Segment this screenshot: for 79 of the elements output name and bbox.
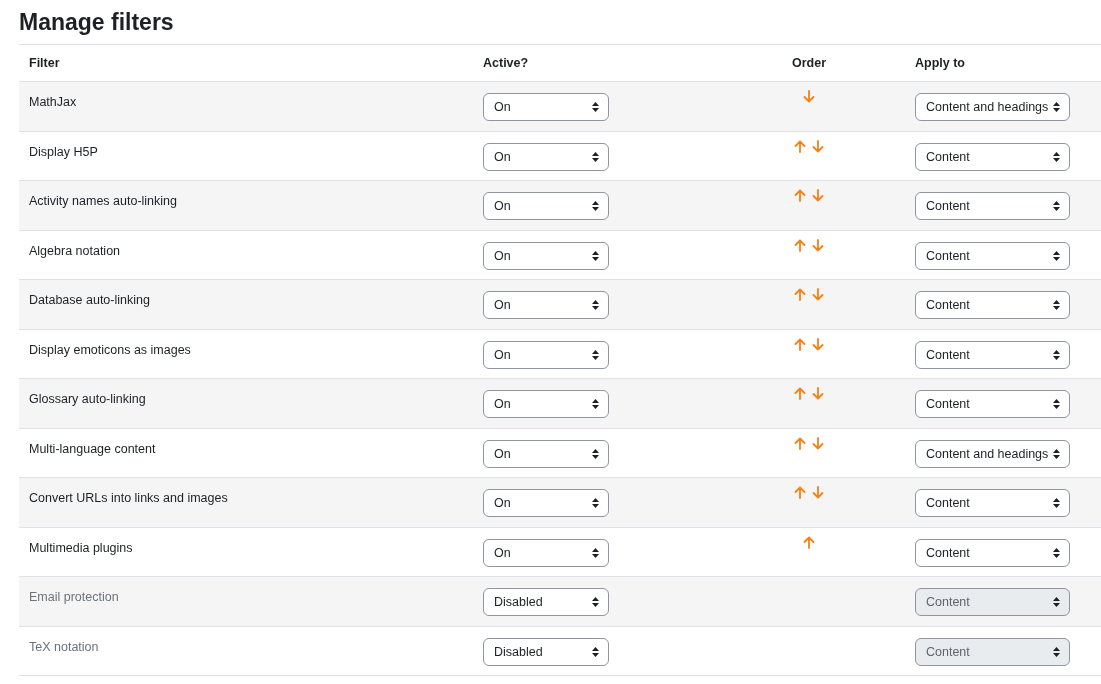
sort-caret-icon (592, 349, 599, 360)
column-header: Active? (482, 56, 530, 70)
move-up-icon[interactable] (794, 139, 806, 153)
sort-caret-icon (1053, 201, 1060, 211)
apply-to-select[interactable]: Content (915, 142, 1070, 171)
active-select[interactable]: On (483, 142, 609, 171)
move-down-icon[interactable] (812, 436, 824, 450)
apply-to-select[interactable]: Content (915, 241, 1070, 270)
apply-to-select[interactable]: Content and headings (915, 439, 1070, 468)
filter-name: Email protection (29, 589, 119, 604)
apply-to-select[interactable]: Content (915, 192, 1070, 220)
apply-to-select[interactable]: Content (915, 291, 1070, 319)
filter-name: Glossary auto-linking (29, 391, 146, 406)
apply-to-select[interactable]: Content and headings (915, 93, 1070, 121)
active-select[interactable]: On (483, 538, 609, 567)
filter-name: TeX notation (29, 638, 99, 654)
active-select[interactable]: On (483, 489, 609, 517)
sort-caret-icon (592, 448, 599, 459)
filter-name: Activity names auto-linking (29, 193, 177, 208)
move-down-icon[interactable] (812, 486, 824, 499)
sort-caret-icon (1053, 448, 1060, 459)
move-up-icon[interactable] (794, 436, 806, 450)
move-down-icon[interactable] (812, 139, 824, 153)
active-select[interactable]: On (483, 192, 609, 220)
sort-caret-icon (592, 201, 599, 211)
move-down-icon[interactable] (812, 238, 824, 252)
sort-caret-icon (1053, 597, 1060, 607)
filter-name: Multimedia plugins (29, 539, 133, 555)
sort-caret-icon (592, 250, 599, 261)
filter-name: MathJax (29, 94, 77, 109)
move-up-icon[interactable] (794, 337, 806, 351)
filter-name: Convert URLs into links and images (29, 490, 228, 505)
sort-caret-icon (1053, 250, 1060, 261)
sort-caret-icon (1053, 498, 1060, 508)
sort-caret-icon (592, 646, 599, 657)
column-header: Apply to (914, 56, 966, 70)
sort-caret-icon (592, 547, 599, 558)
filter-name: Display emoticons as images (29, 341, 191, 357)
sort-caret-icon (592, 300, 599, 310)
active-select[interactable]: On (483, 439, 609, 468)
filter-name: Algebra notation (29, 242, 121, 258)
filter-name: Database auto-linking (29, 292, 150, 307)
page-title: Manage filters (19, 8, 175, 36)
sort-caret-icon (1053, 547, 1060, 558)
active-select[interactable]: On (483, 390, 609, 418)
sort-caret-icon (592, 399, 599, 409)
column-header: Order (790, 56, 827, 70)
move-up-icon[interactable] (794, 387, 806, 400)
apply-to-select[interactable]: Content (915, 489, 1070, 517)
sort-caret-icon (592, 498, 599, 508)
filter-name: Multi-language content (29, 440, 156, 456)
move-down-icon[interactable] (803, 90, 815, 103)
active-select[interactable]: On (483, 93, 609, 121)
move-down-icon[interactable] (812, 288, 824, 301)
sort-caret-icon (1053, 151, 1060, 162)
active-select[interactable]: On (483, 340, 609, 369)
active-select[interactable]: On (483, 241, 609, 270)
move-up-icon[interactable] (794, 288, 806, 301)
apply-to-select[interactable]: Content (915, 340, 1070, 369)
column-header: Filter (28, 56, 61, 70)
move-up-icon[interactable] (803, 535, 815, 549)
move-up-icon[interactable] (794, 189, 806, 202)
sort-caret-icon (592, 597, 599, 607)
move-down-icon[interactable] (812, 337, 824, 351)
move-down-icon[interactable] (812, 189, 824, 202)
sort-caret-icon (1053, 102, 1060, 112)
move-up-icon[interactable] (794, 238, 806, 252)
move-down-icon[interactable] (812, 387, 824, 400)
sort-caret-icon (1053, 646, 1060, 657)
sort-caret-icon (592, 151, 599, 162)
sort-caret-icon (1053, 300, 1060, 310)
apply-to-select[interactable]: Content (915, 390, 1070, 418)
sort-caret-icon (1053, 399, 1060, 409)
filter-name: Display H5P (29, 143, 98, 159)
apply-to-select[interactable]: Content (915, 538, 1070, 567)
sort-caret-icon (1053, 349, 1060, 360)
sort-caret-icon (592, 102, 599, 112)
move-up-icon[interactable] (794, 486, 806, 499)
active-select[interactable]: On (483, 291, 609, 319)
